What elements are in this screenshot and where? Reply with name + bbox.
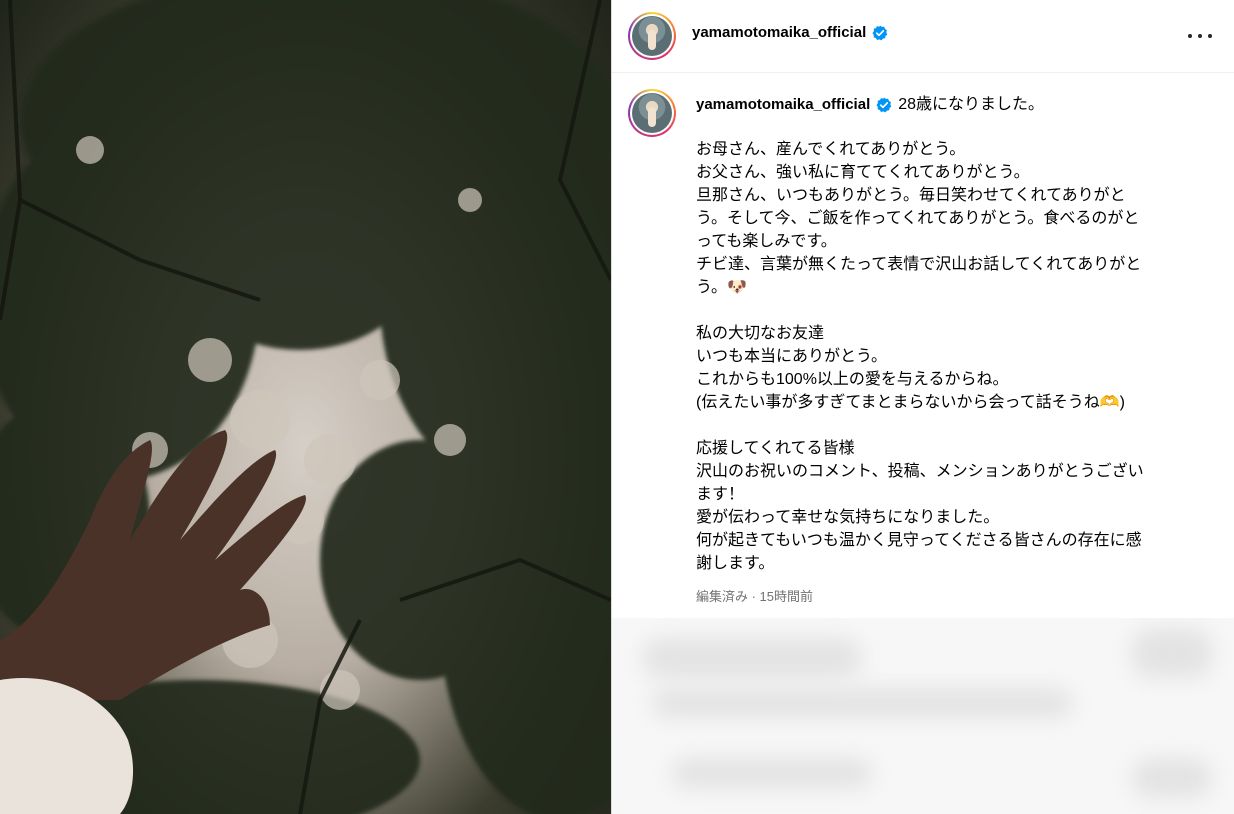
caption: yamamotomaika_official 28歳になりました。 お母さん、産… bbox=[696, 93, 1196, 608]
more-options-icon[interactable] bbox=[1188, 24, 1212, 48]
caption-line: 沢山のお祝いのコメント、投稿、メンションありがとうござい bbox=[696, 463, 1144, 480]
caption-head: yamamotomaika_official 28歳になりました。 bbox=[696, 93, 1196, 116]
avatar-image bbox=[632, 93, 672, 133]
caption-line: 謝します。 bbox=[696, 555, 775, 572]
caption-line: チビ達、言葉が無くたって表情で沢山お話してくれてありがと bbox=[696, 256, 1142, 273]
caption-line: ます！ bbox=[696, 486, 745, 503]
verified-badge-icon bbox=[876, 97, 892, 112]
caption-line: っても楽しみです。 bbox=[696, 233, 837, 250]
header-avatar[interactable] bbox=[628, 12, 676, 60]
caption-line: う。そして今、ご飯を作ってくれてありがとう。食べるのがと bbox=[696, 210, 1140, 227]
post-photo[interactable] bbox=[0, 0, 611, 814]
verified-badge-icon bbox=[872, 25, 888, 40]
caption-line: 旦那さん、いつもありがとう。毎日笑わせてくれてありがと bbox=[696, 187, 1126, 204]
blurred-comments-area bbox=[612, 618, 1234, 814]
post-meta: 編集済み · 15時間前 bbox=[696, 589, 814, 604]
header-user: yamamotomaika_official bbox=[692, 24, 888, 41]
caption-line: これからも100%以上の愛を与えるからね。 bbox=[696, 371, 1009, 388]
caption-avatar[interactable] bbox=[628, 89, 676, 137]
post-header: yamamotomaika_official bbox=[612, 0, 1234, 73]
caption-line: 応援してくれてる皆様 bbox=[696, 440, 855, 457]
header-username[interactable]: yamamotomaika_official bbox=[692, 24, 866, 41]
caption-username[interactable]: yamamotomaika_official bbox=[696, 93, 870, 116]
tree-canopy-image bbox=[0, 0, 611, 814]
caption-line: 愛が伝わって幸せな気持ちになりました。 bbox=[696, 509, 1000, 526]
caption-line: う。🐶 bbox=[696, 279, 747, 296]
caption-line: お父さん、強い私に育ててくれてありがとう。 bbox=[696, 164, 1030, 181]
caption-line: 何が起きてもいつも温かく見守ってくださる皆さんの存在に感 bbox=[696, 532, 1142, 549]
caption-line: 28歳になりました。 bbox=[898, 96, 1045, 113]
caption-line: お母さん、産んでくれてありがとう。 bbox=[696, 141, 966, 158]
instagram-post-view: yamamotomaika_official yamamotomaika_off… bbox=[0, 0, 1234, 814]
caption-line: (伝えたい事が多すぎてまとまらないから会って話そうね🫶) bbox=[696, 394, 1125, 411]
post-sidebar: yamamotomaika_official yamamotomaika_off… bbox=[611, 0, 1234, 814]
caption-line: いつも本当にありがとう。 bbox=[696, 348, 888, 365]
avatar-image bbox=[632, 16, 672, 56]
caption-line: 私の大切なお友達 bbox=[696, 325, 825, 342]
